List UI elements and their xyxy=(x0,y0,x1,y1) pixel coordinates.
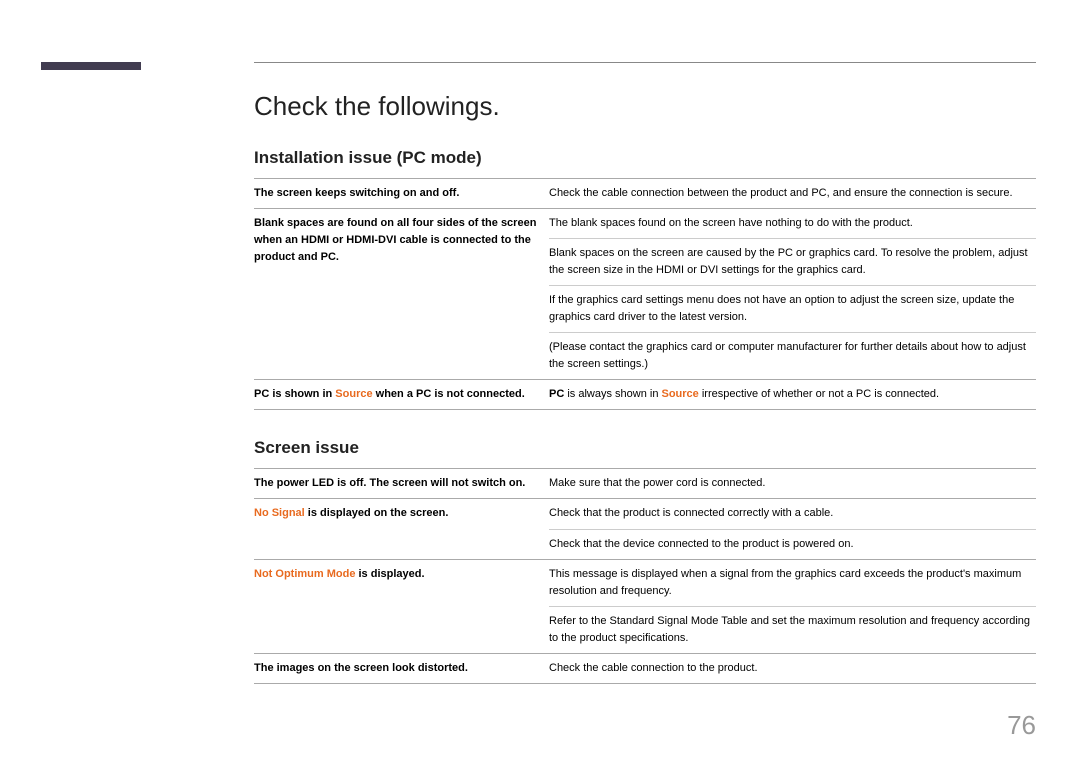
text: is displayed. xyxy=(355,568,424,580)
solution-text: Check that the product is connected corr… xyxy=(549,505,1036,522)
issue-solution: The blank spaces found on the screen hav… xyxy=(549,215,1036,373)
text: is displayed on the screen. xyxy=(305,507,449,519)
solution-text: (Please contact the graphics card or com… xyxy=(549,332,1036,373)
section-heading-installation: Installation issue (PC mode) xyxy=(254,148,1036,168)
table-row: The screen keeps switching on and off. C… xyxy=(254,178,1036,208)
page-content: Check the followings. Installation issue… xyxy=(254,62,1036,684)
text: PC is shown in xyxy=(254,388,335,400)
table-row: The power LED is off. The screen will no… xyxy=(254,468,1036,498)
solution-text: Refer to the Standard Signal Mode Table … xyxy=(549,606,1036,647)
issue-solution: Check the cable connection between the p… xyxy=(549,185,1036,202)
solution-text: Check the cable connection to the produc… xyxy=(549,660,1036,677)
page-number: 76 xyxy=(1007,710,1036,741)
solution-text: This message is displayed when a signal … xyxy=(549,566,1036,600)
table-row: Blank spaces are found on all four sides… xyxy=(254,208,1036,379)
page-title: Check the followings. xyxy=(254,91,1036,122)
solution-text: PC is always shown in Source irrespectiv… xyxy=(549,386,1036,403)
issue-label: The screen keeps switching on and off. xyxy=(254,185,549,202)
solution-text: Check that the device connected to the p… xyxy=(549,529,1036,553)
table-row: No Signal is displayed on the screen. Ch… xyxy=(254,498,1036,558)
text: when a PC is not connected. xyxy=(373,388,525,400)
solution-text: Make sure that the power cord is connect… xyxy=(549,475,1036,492)
table-row: PC is shown in Source when a PC is not c… xyxy=(254,379,1036,410)
issue-label: PC is shown in Source when a PC is not c… xyxy=(254,386,549,403)
issue-label: The power LED is off. The screen will no… xyxy=(254,475,549,492)
solution-text: Check the cable connection between the p… xyxy=(549,185,1036,202)
top-rule xyxy=(254,62,1036,63)
solution-text: If the graphics card settings menu does … xyxy=(549,285,1036,326)
issue-solution: This message is displayed when a signal … xyxy=(549,566,1036,647)
source-keyword: Source xyxy=(662,388,699,400)
issue-label: No Signal is displayed on the screen. xyxy=(254,505,549,552)
issue-label: Not Optimum Mode is displayed. xyxy=(254,566,549,647)
issue-solution: Check that the product is connected corr… xyxy=(549,505,1036,552)
issue-solution: Make sure that the power cord is connect… xyxy=(549,475,1036,492)
table-row: The images on the screen look distorted.… xyxy=(254,653,1036,684)
pc-keyword: PC xyxy=(549,388,564,400)
solution-text: Blank spaces on the screen are caused by… xyxy=(549,238,1036,279)
table-row: Not Optimum Mode is displayed. This mess… xyxy=(254,559,1036,653)
source-keyword: Source xyxy=(335,388,372,400)
issue-solution: Check the cable connection to the produc… xyxy=(549,660,1036,677)
header-accent-bar xyxy=(41,62,141,70)
highlight-keyword: Not Optimum Mode xyxy=(254,568,355,580)
highlight-keyword: No Signal xyxy=(254,507,305,519)
issue-solution: PC is always shown in Source irrespectiv… xyxy=(549,386,1036,403)
text: irrespective of whether or not a PC is c… xyxy=(699,388,939,400)
solution-text: The blank spaces found on the screen hav… xyxy=(549,215,1036,232)
issue-label: Blank spaces are found on all four sides… xyxy=(254,215,549,373)
issue-label: The images on the screen look distorted. xyxy=(254,660,549,677)
section-heading-screen: Screen issue xyxy=(254,438,1036,458)
text: is always shown in xyxy=(564,388,661,400)
